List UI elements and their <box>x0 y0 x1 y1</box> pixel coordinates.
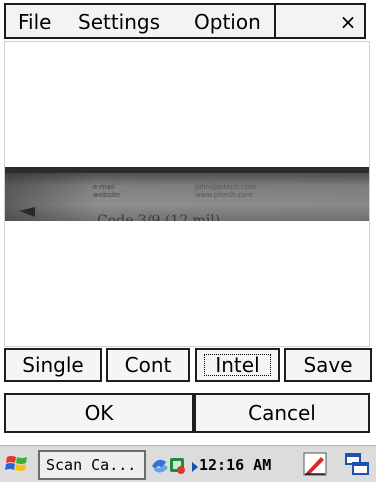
save-button-label: Save <box>303 353 353 377</box>
scanned-image-strip: e-mail website john@pitech.com www.pitec… <box>5 167 369 221</box>
single-button[interactable]: Single <box>4 348 102 382</box>
save-button[interactable]: Save <box>284 348 372 382</box>
cancel-button-label: Cancel <box>248 401 316 425</box>
pen-input-icon[interactable] <box>303 452 327 476</box>
cancel-button[interactable]: Cancel <box>194 393 370 433</box>
camera-preview: e-mail website john@pitech.com www.pitec… <box>4 41 370 347</box>
caption-value-email: john@pitech.com <box>194 183 256 191</box>
menu-file[interactable]: File <box>12 9 57 35</box>
ok-button-label: OK <box>84 401 114 425</box>
network-sync-icon[interactable] <box>150 452 190 478</box>
taskbar: Scan Ca... 12:16 AM <box>0 445 376 482</box>
caption-label-website: website <box>93 191 120 199</box>
cont-button[interactable]: Cont <box>106 348 190 382</box>
clock[interactable]: 12:16 AM <box>199 450 271 480</box>
cont-button-label: Cont <box>124 353 172 377</box>
caption-value-website: www.pitech.com <box>195 191 253 199</box>
ok-button[interactable]: OK <box>4 393 194 433</box>
task-scan-button[interactable]: Scan Ca... <box>38 450 146 480</box>
focus-ring <box>204 354 271 376</box>
menu-bar: File Settings Option × <box>4 3 366 39</box>
intel-button[interactable]: Intel <box>195 348 280 382</box>
caption-barcode-type: Code 3/9 (12 mil) <box>97 213 220 221</box>
menu-option[interactable]: Option <box>188 9 267 35</box>
menu-separator <box>274 5 276 37</box>
menu-settings[interactable]: Settings <box>72 9 166 35</box>
close-button[interactable]: × <box>334 9 362 35</box>
scanner-app-screen: File Settings Option × e-mail website jo… <box>0 0 376 482</box>
caption-label-email: e-mail <box>93 183 115 191</box>
tray-expand-arrow-icon[interactable] <box>192 462 198 472</box>
single-button-label: Single <box>22 353 84 377</box>
windows-flag-icon[interactable] <box>5 452 29 476</box>
task-windows-icon[interactable] <box>344 452 370 476</box>
